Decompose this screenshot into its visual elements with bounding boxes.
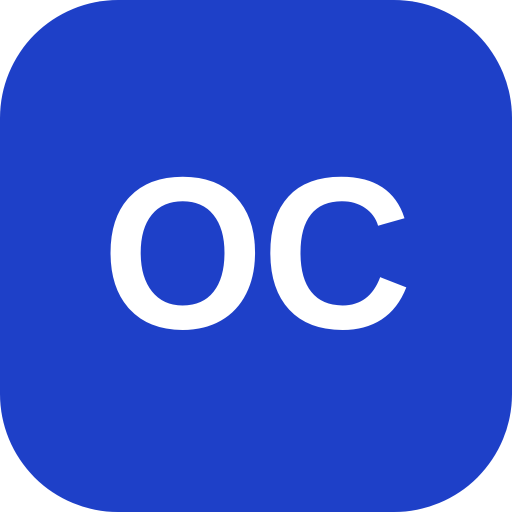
app-icon-tile: OC [0,0,512,512]
app-icon-label: OC [102,133,412,375]
